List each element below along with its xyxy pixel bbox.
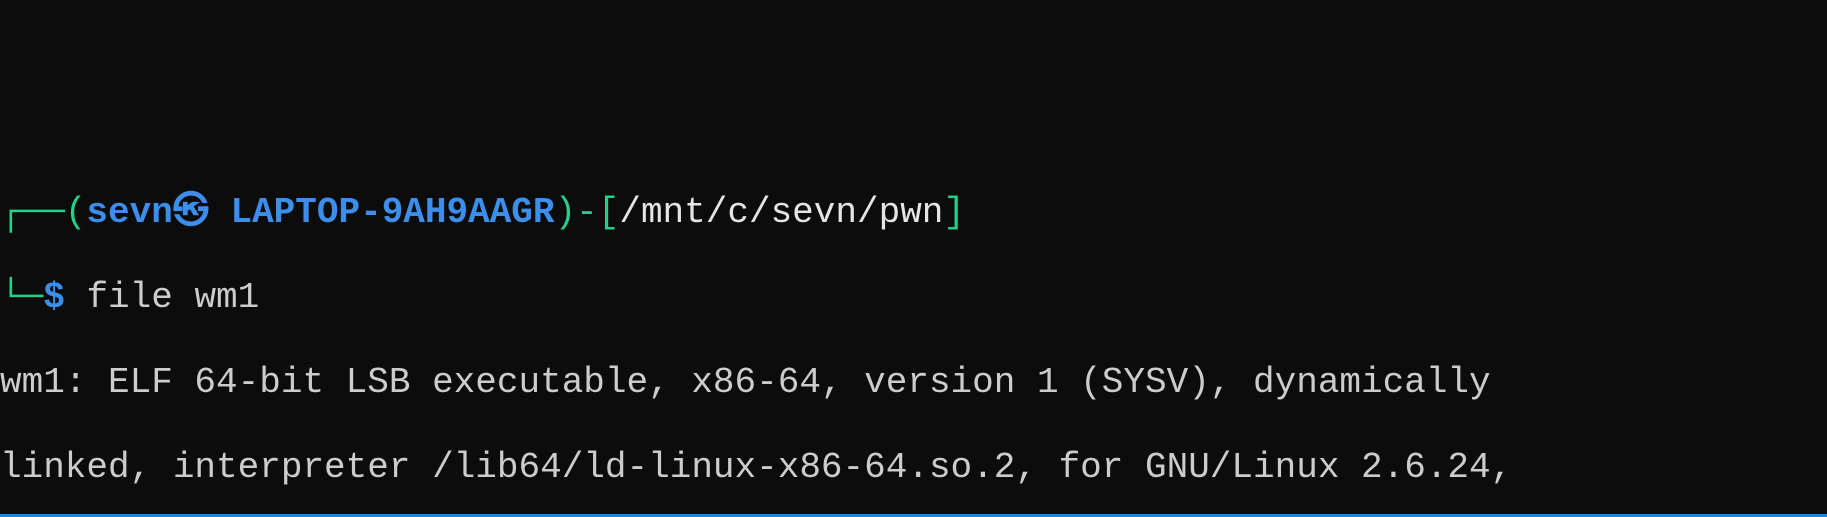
prompt-user: sevn <box>86 192 172 233</box>
paren-right: ) <box>555 192 577 233</box>
prompt-line-1-userhost: ┌──(sevn㉿ LAPTOP-9AH9AAGR)-[/mnt/c/sevn/… <box>0 192 1827 234</box>
sep-dash: - <box>576 192 598 233</box>
prompt-dollar: $ <box>43 277 65 318</box>
bracket-right: ] <box>943 192 965 233</box>
output-line-2: linked, interpreter /lib64/ld-linux-x86-… <box>0 447 1827 489</box>
paren-left: ( <box>65 192 87 233</box>
box-corner-tl: ┌── <box>0 192 65 233</box>
box-corner-bl: └─ <box>0 277 43 318</box>
command-text: file wm1 <box>86 277 259 318</box>
space <box>65 277 87 318</box>
prompt-cwd: /mnt/c/sevn/pwn <box>619 192 943 233</box>
bracket-left: [ <box>598 192 620 233</box>
prompt-host: LAPTOP-9AH9AAGR <box>209 192 555 233</box>
output-line-1: wm1: ELF 64-bit LSB executable, x86-64, … <box>0 362 1827 404</box>
prompt-line-1-command[interactable]: └─$ file wm1 <box>0 277 1827 319</box>
at-icon: ㉿ <box>173 192 209 233</box>
